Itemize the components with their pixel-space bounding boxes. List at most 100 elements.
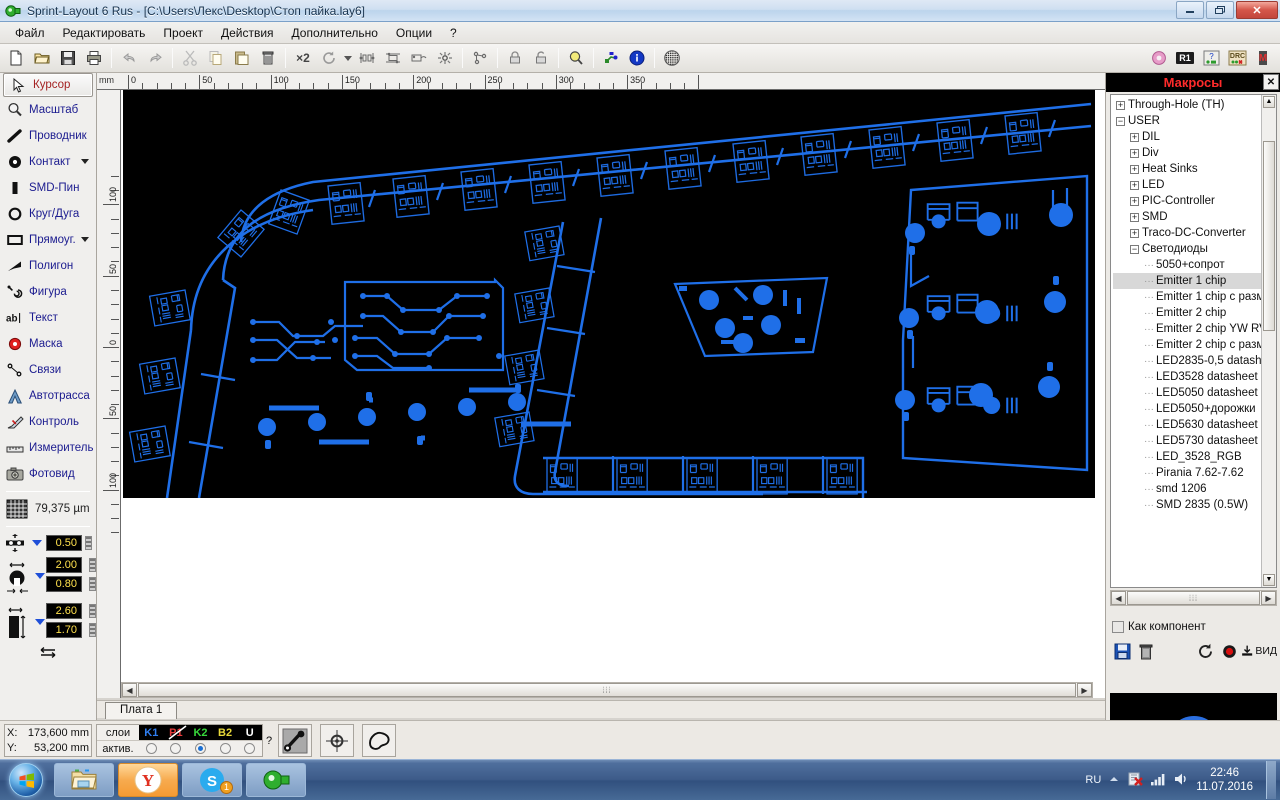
tree-expander-icon[interactable]: + <box>1130 132 1139 142</box>
maximize-button[interactable] <box>1206 1 1234 19</box>
tree-expander-icon[interactable]: + <box>1130 148 1139 158</box>
tool-pad[interactable]: Контакт <box>0 149 96 175</box>
horizontal-ruler[interactable]: mm 0 50 100 150 200 250 300 350 <box>97 73 1105 90</box>
scroll-left-arrow[interactable]: ◀ <box>122 683 137 697</box>
tool-rectangle[interactable]: Прямоуг. <box>0 227 96 253</box>
tool-shape[interactable]: Фигура <box>0 279 96 305</box>
test-question-icon[interactable]: ? <box>1198 46 1224 70</box>
tree-item[interactable]: − Светодиоды <box>1113 241 1263 257</box>
tree-item[interactable]: + Div <box>1113 145 1263 161</box>
menu-edit[interactable]: Редактировать <box>54 24 155 42</box>
pad-drill-spinner[interactable] <box>89 577 96 591</box>
tree-item[interactable]: ··· Emitter 2 chip YW RV <box>1113 321 1267 337</box>
action-center-icon[interactable] <box>1127 771 1144 790</box>
track-width-spinner[interactable] <box>85 536 92 550</box>
scroll-thumb[interactable]: ⦙⦙⦙ <box>138 683 1076 697</box>
duplicate-x2-icon[interactable]: ×2 <box>290 46 316 70</box>
magnifier-icon[interactable] <box>563 46 589 70</box>
swap-dimensions-button[interactable] <box>0 647 96 662</box>
outline-mode-button[interactable] <box>362 724 396 757</box>
grid-setting[interactable]: 79,375 µm <box>0 496 96 522</box>
minimize-button[interactable] <box>1176 1 1204 19</box>
tree-item[interactable]: ··· LED5050 datasheet <box>1113 385 1263 401</box>
tool-mask[interactable]: Маска <box>0 331 96 357</box>
macros-close-button[interactable]: ✕ <box>1263 74 1279 90</box>
save-macro-icon[interactable] <box>1110 640 1134 662</box>
refresh-icon[interactable] <box>1193 640 1217 662</box>
tree-scroll-up-arrow[interactable]: ▲ <box>1263 96 1275 108</box>
show-desktop-button[interactable] <box>1266 761 1276 799</box>
tree-expander-icon[interactable]: + <box>1130 180 1139 190</box>
tool-smd-pin[interactable]: SMD-Пин <box>0 175 96 201</box>
tool-cursor[interactable]: Курсор <box>3 73 93 97</box>
tree-item[interactable]: ··· Pirania 7.62-7.62 <box>1113 465 1263 481</box>
as-component-checkbox[interactable] <box>1112 621 1124 633</box>
tool-text[interactable]: ab Текст <box>0 305 96 331</box>
tree-item[interactable]: + PIC-Controller <box>1113 193 1263 209</box>
tree-item[interactable]: + SMD <box>1113 209 1263 225</box>
tree-expander-icon[interactable]: + <box>1116 100 1125 110</box>
tree-item[interactable]: ··· LED_3528_RGB <box>1113 449 1263 465</box>
layer-radio-k2[interactable] <box>188 743 213 755</box>
tree-expander-icon[interactable]: + <box>1130 228 1139 238</box>
tool-connections[interactable]: Связи <box>0 357 96 383</box>
delete-macro-icon[interactable] <box>1134 640 1158 662</box>
network-icon[interactable] <box>1150 772 1166 789</box>
chevron-up-icon[interactable] <box>1108 773 1120 788</box>
tool-test-probe[interactable]: Контроль <box>0 409 96 435</box>
print-icon[interactable] <box>81 46 107 70</box>
menu-file[interactable]: Файл <box>6 24 54 42</box>
smd-height-spinner[interactable] <box>89 623 96 637</box>
track-width-value[interactable]: 0.50 <box>46 535 82 551</box>
explorer-taskbar-button[interactable] <box>54 763 114 797</box>
chevron-down-icon[interactable] <box>81 237 89 242</box>
pad-connect-mode-button[interactable] <box>278 724 312 757</box>
layer-chip-k1[interactable]: K1 <box>139 725 164 741</box>
tab-board-1[interactable]: Плата 1 <box>105 702 178 719</box>
tree-item[interactable]: ··· Emitter 1 chip <box>1113 273 1263 289</box>
tree-expander-icon[interactable]: + <box>1130 212 1139 222</box>
tree-expander-icon[interactable]: + <box>1130 164 1139 174</box>
connections-icon[interactable] <box>598 46 624 70</box>
tree-hscroll-thumb[interactable]: ⦙⦙⦙ <box>1127 591 1260 605</box>
yandex-taskbar-button[interactable]: Y <box>118 763 178 797</box>
mirror-vertical-icon[interactable] <box>380 46 406 70</box>
drc-icon[interactable]: DRC <box>1224 46 1250 70</box>
layer-chip-k2[interactable]: K2 <box>188 725 213 741</box>
language-indicator[interactable]: RU <box>1085 774 1101 786</box>
tree-expander-icon[interactable]: − <box>1116 116 1125 126</box>
tool-polygon[interactable]: Полигон <box>0 253 96 279</box>
menu-project[interactable]: Проект <box>154 24 212 42</box>
close-button[interactable]: ✕ <box>1236 1 1278 19</box>
mirror-horizontal-icon[interactable] <box>354 46 380 70</box>
as-component-checkbox-row[interactable]: Как компонент <box>1112 621 1206 633</box>
tree-item[interactable]: + LED <box>1113 177 1263 193</box>
solder-mask-ring-icon[interactable] <box>1146 46 1172 70</box>
redo-icon[interactable] <box>142 46 168 70</box>
pcb-canvas[interactable] <box>121 90 1105 698</box>
menu-extras[interactable]: Дополнительно <box>283 24 387 42</box>
menu-help[interactable]: ? <box>441 24 466 42</box>
taskbar-clock[interactable]: 22:46 11.07.2016 <box>1196 766 1253 794</box>
smd-height-value[interactable]: 1.70 <box>46 622 82 638</box>
tool-zoom[interactable]: Масштаб <box>0 97 96 123</box>
pad-outer-value[interactable]: 2.00 <box>46 557 82 573</box>
tool-measure[interactable]: Измеритель <box>0 435 96 461</box>
measure-m-icon[interactable]: M <box>1250 46 1276 70</box>
tree-item[interactable]: + Traco-DC-Converter <box>1113 225 1263 241</box>
menu-actions[interactable]: Действия <box>212 24 283 42</box>
scroll-right-arrow[interactable]: ▶ <box>1077 683 1092 697</box>
tree-item[interactable]: ··· LED5730 datasheet <box>1113 433 1263 449</box>
tree-item[interactable]: ··· LED5050+дорожки <box>1113 401 1263 417</box>
tool-photoview[interactable]: Фотовид <box>0 461 96 487</box>
tree-item[interactable]: ··· 5050+сопрот <box>1113 257 1263 273</box>
canvas-horizontal-scrollbar[interactable]: ◀ ⦙⦙⦙ ▶ <box>121 682 1093 698</box>
smd-width-spinner[interactable] <box>89 604 96 618</box>
layers-help-label[interactable]: ? <box>266 735 272 747</box>
vertical-ruler[interactable]: 100 50 0 50 100 <box>97 90 121 698</box>
tree-item[interactable]: + Through-Hole (TH) <box>1113 97 1263 113</box>
unlock-icon[interactable] <box>528 46 554 70</box>
explode-icon[interactable] <box>432 46 458 70</box>
pad-drill-value[interactable]: 0.80 <box>46 576 82 592</box>
pad-outer-spinner[interactable] <box>89 558 96 572</box>
